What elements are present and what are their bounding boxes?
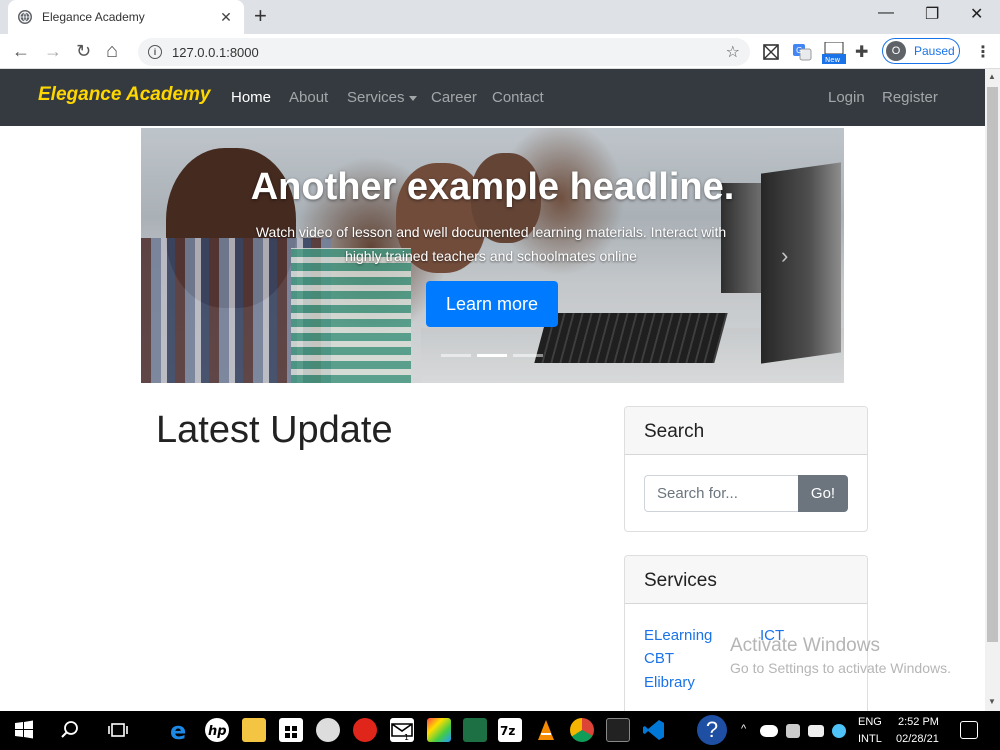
search-card: Search Search for... Go!: [624, 406, 868, 532]
latest-update-heading: Latest Update: [156, 409, 393, 451]
action-center-icon[interactable]: [960, 721, 978, 739]
paint-app-icon[interactable]: [427, 718, 451, 742]
windows-start-icon[interactable]: [12, 718, 36, 742]
page-viewport: Elegance Academy Home About Services Car…: [0, 69, 985, 711]
nav-services-label: Services: [347, 89, 405, 106]
window-close-button[interactable]: ✕: [970, 4, 983, 24]
nav-career[interactable]: Career: [431, 89, 477, 106]
back-button[interactable]: ←: [12, 41, 30, 61]
services-card: Services ELearning ICT CBT Elibrary: [624, 555, 868, 711]
new-tab-button[interactable]: +: [254, 5, 267, 27]
vscode-icon[interactable]: [642, 718, 666, 742]
tray-chevron-icon[interactable]: ^: [741, 723, 746, 735]
hp-icon[interactable]: hp: [205, 718, 229, 742]
file-explorer-icon[interactable]: [242, 718, 266, 742]
nav-login[interactable]: Login: [828, 89, 865, 106]
search-input[interactable]: Search for...: [644, 475, 799, 512]
chrome-taskbar-icon[interactable]: [570, 718, 594, 742]
address-bar[interactable]: i 127.0.0.1:8000 ☆: [138, 38, 750, 66]
tab-title: Elegance Academy: [42, 10, 145, 24]
search-go-button[interactable]: Go!: [798, 475, 848, 512]
service-link-elibrary[interactable]: Elibrary: [644, 674, 695, 691]
clock-date[interactable]: 02/28/21: [896, 733, 939, 745]
onedrive-icon[interactable]: [760, 725, 778, 737]
language-code[interactable]: ENG: [858, 716, 882, 728]
minimize-button[interactable]: —: [878, 4, 894, 22]
terminal-icon[interactable]: [606, 718, 630, 742]
edge-browser-icon[interactable]: e: [168, 717, 192, 745]
reload-button[interactable]: ↻: [76, 41, 91, 61]
avatar: O: [886, 41, 906, 61]
services-card-header: Services: [625, 556, 867, 604]
volume-icon[interactable]: [832, 724, 846, 738]
carousel-indicator[interactable]: [441, 354, 471, 357]
forward-button[interactable]: →: [44, 41, 62, 61]
home-button[interactable]: ⌂: [106, 41, 118, 61]
profile-status: Paused: [914, 44, 955, 58]
tab-close-icon[interactable]: ✕: [218, 9, 234, 26]
keyboard-layout[interactable]: INTL: [858, 733, 882, 745]
svg-text:G: G: [796, 46, 802, 55]
carousel-indicator[interactable]: [513, 354, 543, 357]
search-icon[interactable]: [58, 718, 82, 742]
puzzle-extensions-icon[interactable]: ✚: [855, 42, 875, 62]
nav-contact[interactable]: Contact: [492, 89, 544, 106]
bookmark-star-icon[interactable]: ☆: [726, 42, 740, 62]
carousel-headline: Another example headline.: [250, 166, 735, 208]
new-extension-icon[interactable]: New: [822, 41, 846, 64]
translate-extension-icon[interactable]: G: [792, 42, 812, 62]
activate-windows-title: Activate Windows: [730, 635, 880, 656]
windows-taskbar: e hp 1 7z ? ^ ENG INTL 2:52 PM 02/28/21: [0, 711, 1000, 750]
opera-browser-icon[interactable]: [353, 718, 377, 742]
globe-icon: [18, 10, 32, 24]
brand-logo[interactable]: Elegance Academy: [38, 84, 211, 106]
carousel-indicator-active[interactable]: [477, 354, 507, 357]
battery-icon[interactable]: [808, 725, 824, 737]
nav-about[interactable]: About: [289, 89, 328, 106]
svg-text:7z: 7z: [500, 724, 515, 738]
nav-services-dropdown[interactable]: Services: [347, 89, 417, 106]
caret-down-icon: [408, 95, 417, 101]
carousel-indicators: [441, 354, 543, 357]
site-info-icon[interactable]: i: [148, 45, 162, 59]
search-card-header: Search: [625, 407, 867, 455]
profile-button[interactable]: O Paused: [882, 38, 960, 64]
site-navbar: Elegance Academy Home About Services Car…: [0, 69, 985, 126]
mail-icon[interactable]: 1: [390, 718, 414, 742]
svg-text:e: e: [170, 718, 186, 742]
learn-more-button[interactable]: Learn more: [426, 281, 558, 327]
help-icon[interactable]: ?: [697, 715, 727, 745]
network-icon[interactable]: [786, 724, 800, 738]
screenshot-extension-icon[interactable]: [761, 42, 781, 62]
nav-home[interactable]: Home: [231, 89, 271, 106]
nav-register[interactable]: Register: [882, 89, 938, 106]
svg-text:1: 1: [404, 733, 409, 742]
7zip-icon[interactable]: 7z: [498, 718, 522, 742]
vlc-icon[interactable]: [534, 718, 558, 742]
camera-app-icon[interactable]: [316, 718, 340, 742]
browser-tabstrip: Elegance Academy ✕ + — ❐ ✕: [0, 0, 1000, 34]
task-view-icon[interactable]: [106, 718, 130, 742]
clock-time[interactable]: 2:52 PM: [898, 716, 939, 728]
hero-carousel: Another example headline. Watch video of…: [141, 128, 844, 383]
microsoft-store-icon[interactable]: [279, 718, 303, 742]
page-scrollbar[interactable]: ▲ ▼: [985, 69, 1000, 711]
restore-button[interactable]: ❐: [925, 4, 939, 24]
carousel-text: Watch video of lesson and well documente…: [255, 224, 727, 264]
url-text: 127.0.0.1:8000: [172, 44, 259, 60]
service-link-elearning[interactable]: ELearning: [644, 627, 712, 644]
scroll-up-icon[interactable]: ▲: [988, 72, 996, 81]
scroll-down-icon[interactable]: ▼: [988, 697, 996, 706]
browser-toolbar: ← → ↻ ⌂ i 127.0.0.1:8000 ☆ G New ✚ O Pau…: [0, 34, 1000, 69]
browser-tab[interactable]: Elegance Academy ✕: [8, 0, 244, 34]
svg-text:New: New: [825, 56, 841, 64]
scrollbar-thumb[interactable]: [987, 87, 998, 642]
svg-text:hp: hp: [208, 724, 227, 739]
service-link-cbt[interactable]: CBT: [644, 650, 674, 667]
activate-windows-subtitle: Go to Settings to activate Windows.: [730, 660, 951, 676]
excel-icon[interactable]: [463, 718, 487, 742]
chrome-menu-icon[interactable]: ⋮: [975, 42, 991, 62]
carousel-next-icon[interactable]: ›: [781, 243, 788, 269]
